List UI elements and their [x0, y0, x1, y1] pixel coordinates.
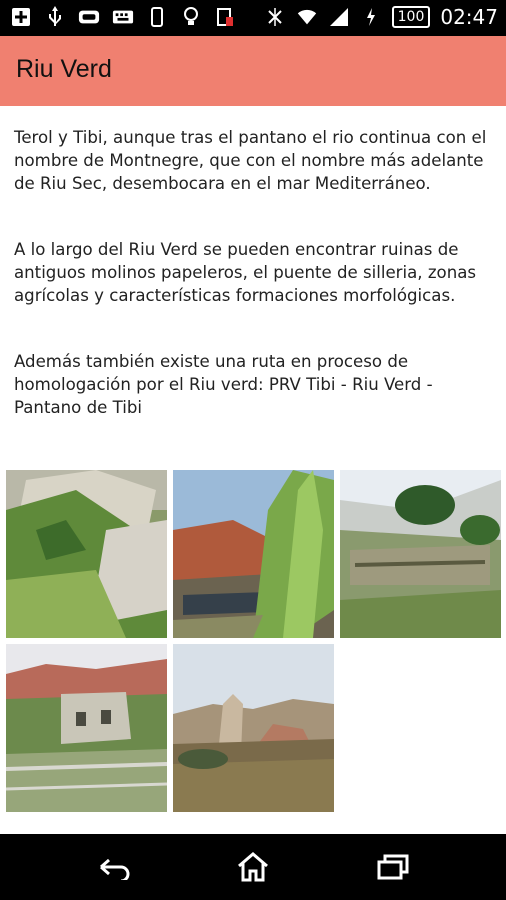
keyboard-icon [112, 6, 134, 28]
status-bar: 100 02:47 [0, 0, 506, 36]
sim-icon [214, 6, 236, 28]
page-title: Riu Verd [16, 55, 112, 83]
controller-icon [78, 6, 100, 28]
phone-icon [146, 6, 168, 28]
article-paragraph-1: Terol y Tibi, aunque tras el pantano el … [14, 128, 487, 193]
home-icon[interactable] [233, 849, 273, 885]
paper-mill-ruins-photo[interactable] [6, 644, 167, 812]
back-icon[interactable] [94, 849, 134, 885]
lightbulb-icon [180, 6, 202, 28]
wifi-icon [296, 6, 318, 28]
charging-icon [360, 6, 382, 28]
content-scroll-area[interactable]: Terol y Tibi, aunque tras el pantano el … [0, 106, 506, 834]
navigation-bar [0, 834, 506, 900]
add-box-icon [10, 6, 32, 28]
river-bank-canes-photo[interactable] [173, 470, 334, 638]
battery-indicator: 100 [391, 6, 431, 28]
rock-formation-photo[interactable] [173, 644, 334, 812]
system-status: 100 02:47 [264, 5, 498, 29]
signal-icon [328, 6, 350, 28]
app-bar: Riu Verd [0, 36, 506, 106]
recents-icon[interactable] [373, 849, 413, 885]
no-bluetooth-icon [264, 6, 286, 28]
mill-ruins-hill-photo[interactable] [340, 470, 501, 638]
article-paragraph-2: A lo largo del Riu Verd se pueden encont… [14, 240, 477, 305]
usb-icon [44, 6, 66, 28]
clock: 02:47 [440, 5, 498, 29]
article-paragraph-3: Además también existe una ruta en proces… [14, 352, 433, 417]
notification-icons [10, 6, 236, 28]
river-vegetation-photo[interactable] [6, 470, 167, 638]
